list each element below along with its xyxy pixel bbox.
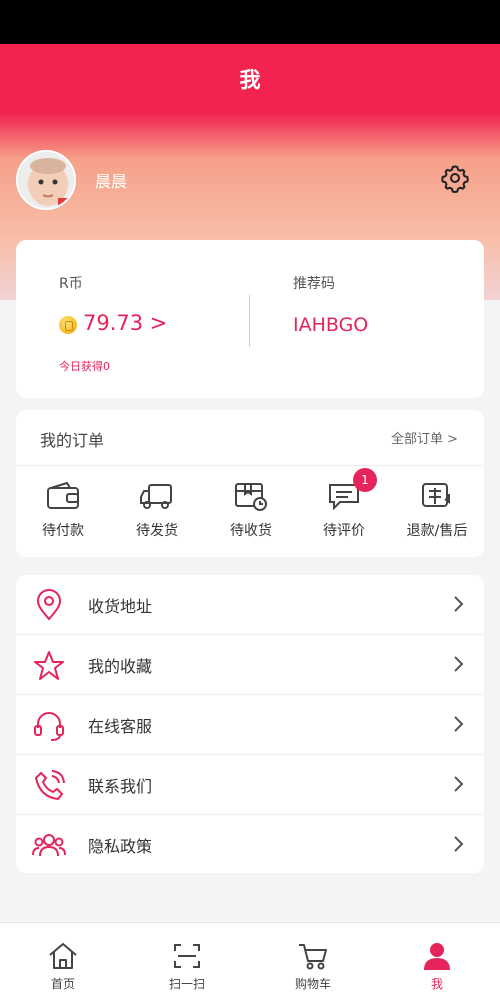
bottom-tab-bar: 首页 扫一扫 购物车 我 xyxy=(0,922,500,1000)
users-icon xyxy=(32,834,66,857)
status-bar xyxy=(0,0,500,44)
phone-icon xyxy=(34,770,65,801)
menu-item-support[interactable]: 在线客服 xyxy=(16,695,484,754)
tab-home[interactable]: 首页 xyxy=(23,941,103,997)
review-badge: 1 xyxy=(353,468,377,492)
order-label-pending-receipt: 待收货 xyxy=(230,523,272,539)
menu-label-favorites: 我的收藏 xyxy=(88,657,153,676)
referral-label: 推荐码 xyxy=(293,276,335,292)
gear-icon[interactable] xyxy=(440,163,470,193)
order-refund-after-sale[interactable]: 退款/售后 xyxy=(392,480,482,550)
chevron-right-icon xyxy=(454,716,464,732)
order-pending-review[interactable]: 1 待评价 xyxy=(299,468,389,550)
truck-icon xyxy=(140,484,172,509)
page-title: 我 xyxy=(239,68,261,92)
tab-cart[interactable]: 购物车 xyxy=(273,941,353,997)
orders-card: 我的订单 全部订单 > 待付款 待发货 待收货 1 待评价 退款/售后 xyxy=(16,410,484,557)
order-pending-receipt[interactable]: 待收货 xyxy=(206,480,296,550)
chevron-right-icon xyxy=(454,836,464,852)
order-label-pending-shipment: 待发货 xyxy=(136,523,178,539)
r-coin-label: R币 xyxy=(59,276,83,292)
wallet-icon xyxy=(47,481,79,509)
chevron-right-icon xyxy=(454,776,464,792)
menu-label-support: 在线客服 xyxy=(88,717,153,736)
coin-icon xyxy=(59,316,77,334)
package-clock-icon xyxy=(235,483,267,511)
profile-icon xyxy=(424,943,450,970)
scan-icon xyxy=(174,944,200,968)
location-icon xyxy=(36,589,62,621)
menu-item-favorites[interactable]: 我的收藏 xyxy=(16,635,484,694)
order-label-refund: 退款/售后 xyxy=(406,523,468,539)
cart-icon xyxy=(299,944,327,970)
menu-card: 收货地址 我的收藏 在线客服 联系我们 隐私政策 xyxy=(16,575,484,873)
tab-label-cart: 购物车 xyxy=(294,977,331,991)
menu-item-privacy[interactable]: 隐私政策 xyxy=(16,815,484,874)
after-sale-icon xyxy=(422,483,450,507)
menu-item-contact[interactable]: 联系我们 xyxy=(16,755,484,814)
wallet-divider xyxy=(249,295,250,347)
wallet-card: R币 79.73 > 今日获得0 推荐码 IAHBGO xyxy=(16,240,484,398)
order-label-pending-review: 待评价 xyxy=(323,523,365,539)
chevron-right-icon xyxy=(454,596,464,612)
tab-scan[interactable]: 扫一扫 xyxy=(147,941,227,997)
orders-divider xyxy=(16,465,484,466)
chevron-right-icon xyxy=(454,656,464,672)
username: 晨晨 xyxy=(95,172,128,191)
menu-item-address[interactable]: 收货地址 xyxy=(16,575,484,634)
menu-label-address: 收货地址 xyxy=(88,597,153,616)
headset-icon xyxy=(34,712,64,741)
r-coin-balance[interactable]: 79.73 > xyxy=(83,311,167,335)
all-orders-link[interactable]: 全部订单 > xyxy=(391,428,458,447)
orders-title: 我的订单 xyxy=(40,431,105,450)
today-earned: 今日获得0 xyxy=(59,360,110,373)
tab-label-profile: 我 xyxy=(430,977,443,991)
order-pending-payment[interactable]: 待付款 xyxy=(18,480,108,550)
order-pending-shipment[interactable]: 待发货 xyxy=(112,480,202,550)
referral-code[interactable]: IAHBGO xyxy=(293,314,368,336)
menu-label-contact: 联系我们 xyxy=(88,777,153,796)
tab-label-home: 首页 xyxy=(50,977,75,991)
star-icon xyxy=(34,651,64,680)
tab-label-scan: 扫一扫 xyxy=(168,977,205,991)
menu-label-privacy: 隐私政策 xyxy=(88,837,153,856)
home-icon xyxy=(49,943,77,969)
avatar[interactable] xyxy=(16,150,76,210)
order-label-pending-payment: 待付款 xyxy=(42,523,84,539)
tab-profile[interactable]: 我 xyxy=(397,941,477,997)
